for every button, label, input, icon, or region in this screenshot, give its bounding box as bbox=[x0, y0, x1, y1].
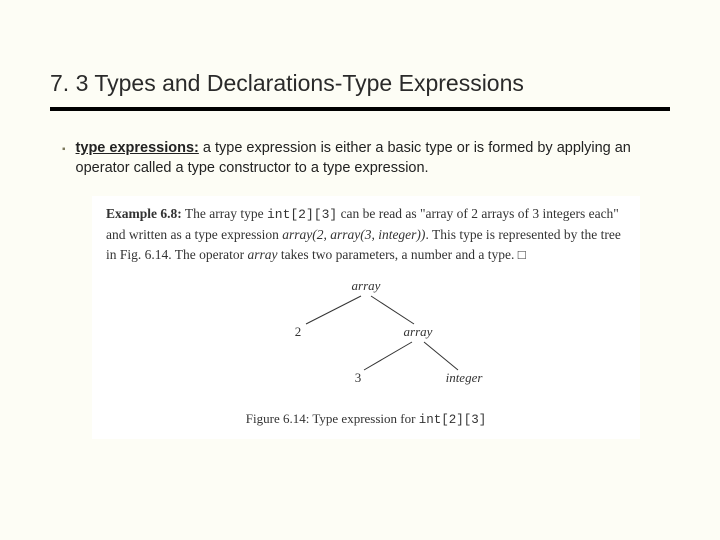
tree-left1: 2 bbox=[295, 324, 302, 339]
example-text-1d: takes two parameters, a number and a typ… bbox=[277, 247, 525, 262]
tree-root: array bbox=[352, 278, 381, 293]
bullet-term: type expressions: bbox=[76, 140, 199, 156]
tree-left2: 3 bbox=[355, 370, 362, 385]
bullet-text: type expressions: a type expression is e… bbox=[76, 139, 660, 178]
figcap-pre: Figure 6.14: Type expression for bbox=[246, 411, 419, 426]
tree-edge bbox=[306, 296, 361, 324]
tree-right2: integer bbox=[446, 370, 484, 385]
example-expr: array(2, array(3, integer)) bbox=[282, 227, 425, 242]
example-box: Example 6.8: The array type int[2][3] ca… bbox=[92, 196, 640, 439]
bullet-item: ▪ type expressions: a type expression is… bbox=[50, 139, 670, 178]
slide: 7. 3 Types and Declarations-Type Express… bbox=[0, 0, 720, 439]
example-label: Example 6.8: bbox=[106, 206, 182, 221]
tree-edge bbox=[364, 342, 412, 370]
title-underline bbox=[50, 107, 670, 111]
tree-diagram: array 2 array 3 integer bbox=[106, 274, 626, 404]
slide-title: 7. 3 Types and Declarations-Type Express… bbox=[50, 70, 670, 105]
example-code-1: int[2][3] bbox=[267, 207, 337, 222]
bullet-marker: ▪ bbox=[62, 139, 66, 161]
figure-caption: Figure 6.14: Type expression for int[2][… bbox=[106, 410, 626, 429]
example-paragraph: Example 6.8: The array type int[2][3] ca… bbox=[106, 204, 626, 264]
tree-edge bbox=[371, 296, 414, 324]
example-op: array bbox=[247, 247, 277, 262]
tree-right1: array bbox=[404, 324, 433, 339]
tree-svg: array 2 array 3 integer bbox=[236, 274, 496, 404]
figcap-code: int[2][3] bbox=[419, 413, 487, 427]
tree-edge bbox=[424, 342, 458, 370]
example-text-1a: The array type bbox=[182, 206, 267, 221]
